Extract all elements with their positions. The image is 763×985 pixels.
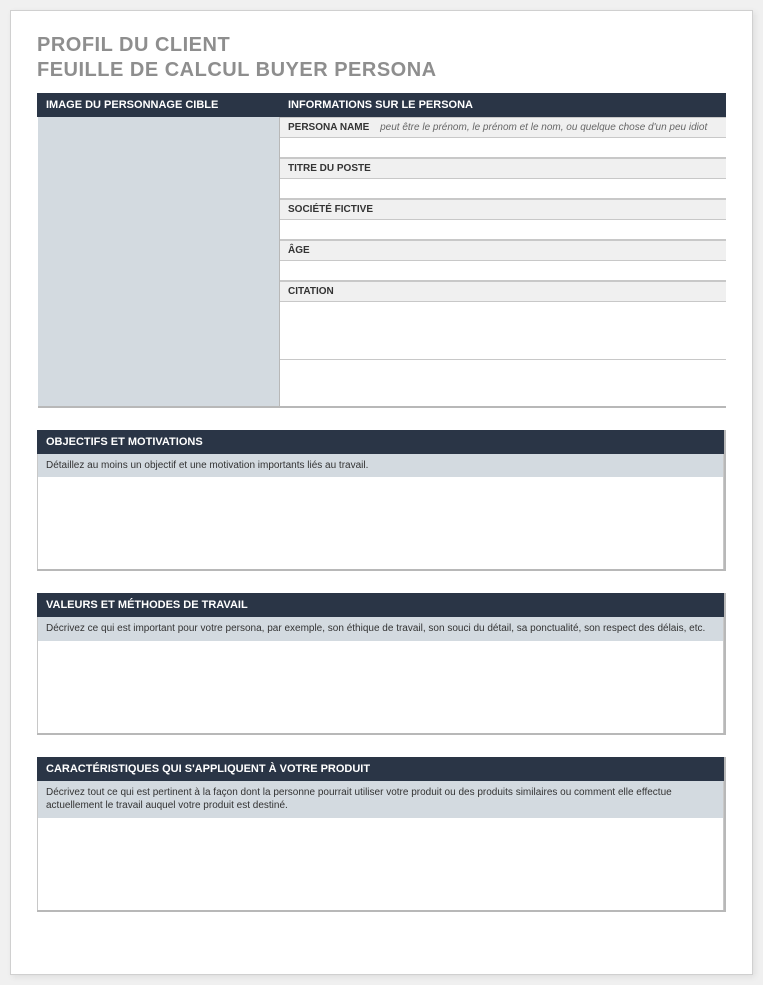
quote-label: CITATION <box>280 281 726 302</box>
quote-label-text: CITATION <box>288 286 334 297</box>
title-line-2: FEUILLE DE CALCUL BUYER PERSONA <box>37 58 726 83</box>
company-input[interactable] <box>280 220 726 240</box>
company-label-text: SOCIÉTÉ FICTIVE <box>288 204 373 215</box>
company-label: SOCIÉTÉ FICTIVE <box>280 199 726 220</box>
goals-input[interactable] <box>37 477 724 569</box>
persona-name-input[interactable] <box>280 138 726 158</box>
age-label-text: ÂGE <box>288 245 310 256</box>
values-description: Décrivez ce qui est important pour votre… <box>37 617 724 641</box>
product-description: Décrivez tout ce qui est pertinent à la … <box>37 781 724 818</box>
worksheet-page: PROFIL DU CLIENT FEUILLE DE CALCUL BUYER… <box>10 10 753 975</box>
persona-top-table: IMAGE DU PERSONNAGE CIBLE INFORMATIONS S… <box>37 93 726 408</box>
job-title-label-text: TITRE DU POSTE <box>288 163 371 174</box>
job-title-input[interactable] <box>280 179 726 199</box>
values-header: VALEURS ET MÉTHODES DE TRAVAIL <box>37 593 724 617</box>
product-section: CARACTÉRISTIQUES QUI S'APPLIQUENT À VOTR… <box>37 757 726 912</box>
persona-name-label: PERSONA NAME peut être le prénom, le pré… <box>280 117 726 138</box>
product-input[interactable] <box>37 818 724 910</box>
values-section: VALEURS ET MÉTHODES DE TRAVAIL Décrivez … <box>37 593 726 735</box>
goals-header: OBJECTIFS ET MOTIVATIONS <box>37 430 724 454</box>
age-label: ÂGE <box>280 240 726 261</box>
persona-image-placeholder[interactable] <box>38 117 280 407</box>
age-input[interactable] <box>280 261 726 281</box>
image-header: IMAGE DU PERSONNAGE CIBLE <box>38 94 280 117</box>
quote-input[interactable] <box>280 302 726 360</box>
persona-info-column: PERSONA NAME peut être le prénom, le pré… <box>280 117 726 407</box>
persona-name-hint: peut être le prénom, le prénom et le nom… <box>380 122 707 133</box>
info-header: INFORMATIONS SUR LE PERSONA <box>280 94 726 117</box>
page-title: PROFIL DU CLIENT FEUILLE DE CALCUL BUYER… <box>37 33 726 83</box>
goals-section: OBJECTIFS ET MOTIVATIONS Détaillez au mo… <box>37 430 726 572</box>
job-title-label: TITRE DU POSTE <box>280 158 726 179</box>
product-header: CARACTÉRISTIQUES QUI S'APPLIQUENT À VOTR… <box>37 757 724 781</box>
values-input[interactable] <box>37 641 724 733</box>
persona-name-label-text: PERSONA NAME <box>288 122 369 133</box>
goals-description: Détaillez au moins un objectif et une mo… <box>37 454 724 478</box>
title-line-1: PROFIL DU CLIENT <box>37 33 726 58</box>
